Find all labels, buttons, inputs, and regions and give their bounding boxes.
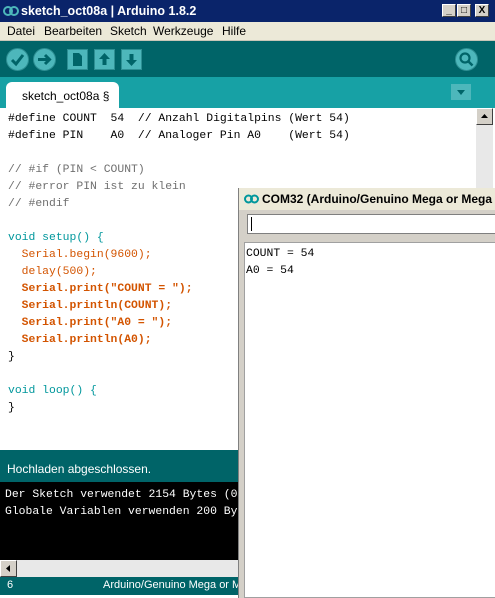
new-button[interactable] (67, 49, 88, 70)
upload-button[interactable] (33, 48, 56, 71)
code-line-1-text: #define COUNT 54 // Anzahl Digitalpins (… (8, 113, 350, 125)
serial-output-text: COUNT = 54 A0 = 54 (246, 246, 314, 280)
arduino-logo-icon (244, 194, 259, 204)
new-file-icon (73, 53, 82, 66)
menu-bearbeiten[interactable]: Bearbeiten (44, 24, 102, 38)
minimize-button[interactable]: _ (442, 4, 456, 17)
tab-label: sketch_oct08a § (22, 89, 110, 103)
code-line-12-text: Serial.println(COUNT); (8, 300, 173, 312)
code-line-10-text: delay(500); (8, 266, 97, 278)
code-line-2: #define PIN A0 // Analoger Pin A0 (Wert … (8, 128, 350, 145)
code-line-15-text: } (8, 351, 15, 363)
title-bar: sketch_oct08a | Arduino 1.8.2 _ □ X (0, 0, 495, 22)
triangle-up-icon (481, 114, 488, 118)
arrow-down-icon (126, 54, 137, 66)
text-caret (251, 217, 252, 231)
console-text: Der Sketch verwendet 2154 Bytes (0 Globa… (5, 487, 237, 521)
code-line-8-text: void setup() { (8, 232, 104, 244)
menu-hilfe[interactable]: Hilfe (222, 24, 246, 38)
toolbar (0, 41, 495, 77)
code-line-9-text: Serial.begin(9600); (8, 249, 152, 261)
menu-werkzeuge[interactable]: Werkzeuge (153, 24, 213, 38)
window-title: sketch_oct08a | Arduino 1.8.2 (21, 4, 197, 18)
serial-output-line-1: COUNT = 54 (246, 248, 315, 260)
status-message: Hochladen abgeschlossen. (7, 462, 152, 476)
code-line-5-text: // #error PIN ist zu klein (8, 181, 186, 193)
arrow-up-icon (99, 53, 110, 65)
verify-button[interactable] (6, 48, 29, 71)
menu-bar: Datei Bearbeiten Sketch Werkzeuge Hilfe (0, 22, 495, 41)
serial-monitor-title-bar[interactable]: COM32 (Arduino/Genuino Mega or Mega 2 (239, 188, 495, 210)
save-button[interactable] (121, 49, 142, 70)
code-line-6-text: // #endif (8, 198, 70, 210)
tab-strip: sketch_oct08a § (0, 77, 495, 108)
magnifier-icon (459, 52, 474, 67)
scroll-up-button[interactable] (476, 108, 493, 125)
code-line-4-text: // #if (PIN < COUNT) (8, 164, 145, 176)
serial-monitor-title: COM32 (Arduino/Genuino Mega or Mega 2 (262, 192, 495, 206)
chevron-down-icon (457, 90, 465, 95)
code-line-17-text: void loop() { (8, 385, 97, 397)
console-line-2: Globale Variablen verwenden 200 By (5, 506, 238, 518)
code-line-4: // #if (PIN < COUNT) (8, 162, 350, 179)
arduino-logo-icon (3, 6, 19, 16)
serial-monitor-window: COM32 (Arduino/Genuino Mega or Mega 2 CO… (238, 188, 495, 598)
serial-output-area[interactable]: COUNT = 54 A0 = 54 (244, 242, 495, 598)
menu-sketch[interactable]: Sketch (110, 24, 147, 38)
tab-menu-button[interactable] (451, 84, 471, 100)
arrow-right-icon (38, 53, 52, 66)
code-line-18-text: } (8, 402, 15, 414)
console-line-1: Der Sketch verwendet 2154 Bytes (0 (5, 489, 238, 501)
close-button[interactable]: X (475, 4, 489, 17)
code-line-1: #define COUNT 54 // Anzahl Digitalpins (… (8, 111, 350, 128)
board-name: Arduino/Genuino Mega or M (103, 579, 242, 591)
triangle-left-icon (6, 565, 10, 572)
serial-input-field[interactable] (247, 214, 495, 234)
checkmark-icon (10, 54, 25, 67)
open-button[interactable] (94, 49, 115, 70)
line-number: 6 (7, 579, 14, 591)
serial-output-line-2: A0 = 54 (246, 265, 294, 277)
code-line-13-text: Serial.print("A0 = "); (8, 317, 173, 329)
code-line-11-text: Serial.print("COUNT = "); (8, 283, 193, 295)
maximize-button[interactable]: □ (457, 4, 471, 17)
scroll-left-button[interactable] (0, 560, 17, 577)
code-line-2-text: #define PIN A0 // Analoger Pin A0 (Wert … (8, 130, 350, 142)
code-line-14-text: Serial.println(A0); (8, 334, 152, 346)
serial-monitor-button[interactable] (455, 48, 478, 71)
tab-sketch[interactable]: sketch_oct08a § (6, 82, 119, 108)
menu-datei[interactable]: Datei (7, 24, 35, 38)
